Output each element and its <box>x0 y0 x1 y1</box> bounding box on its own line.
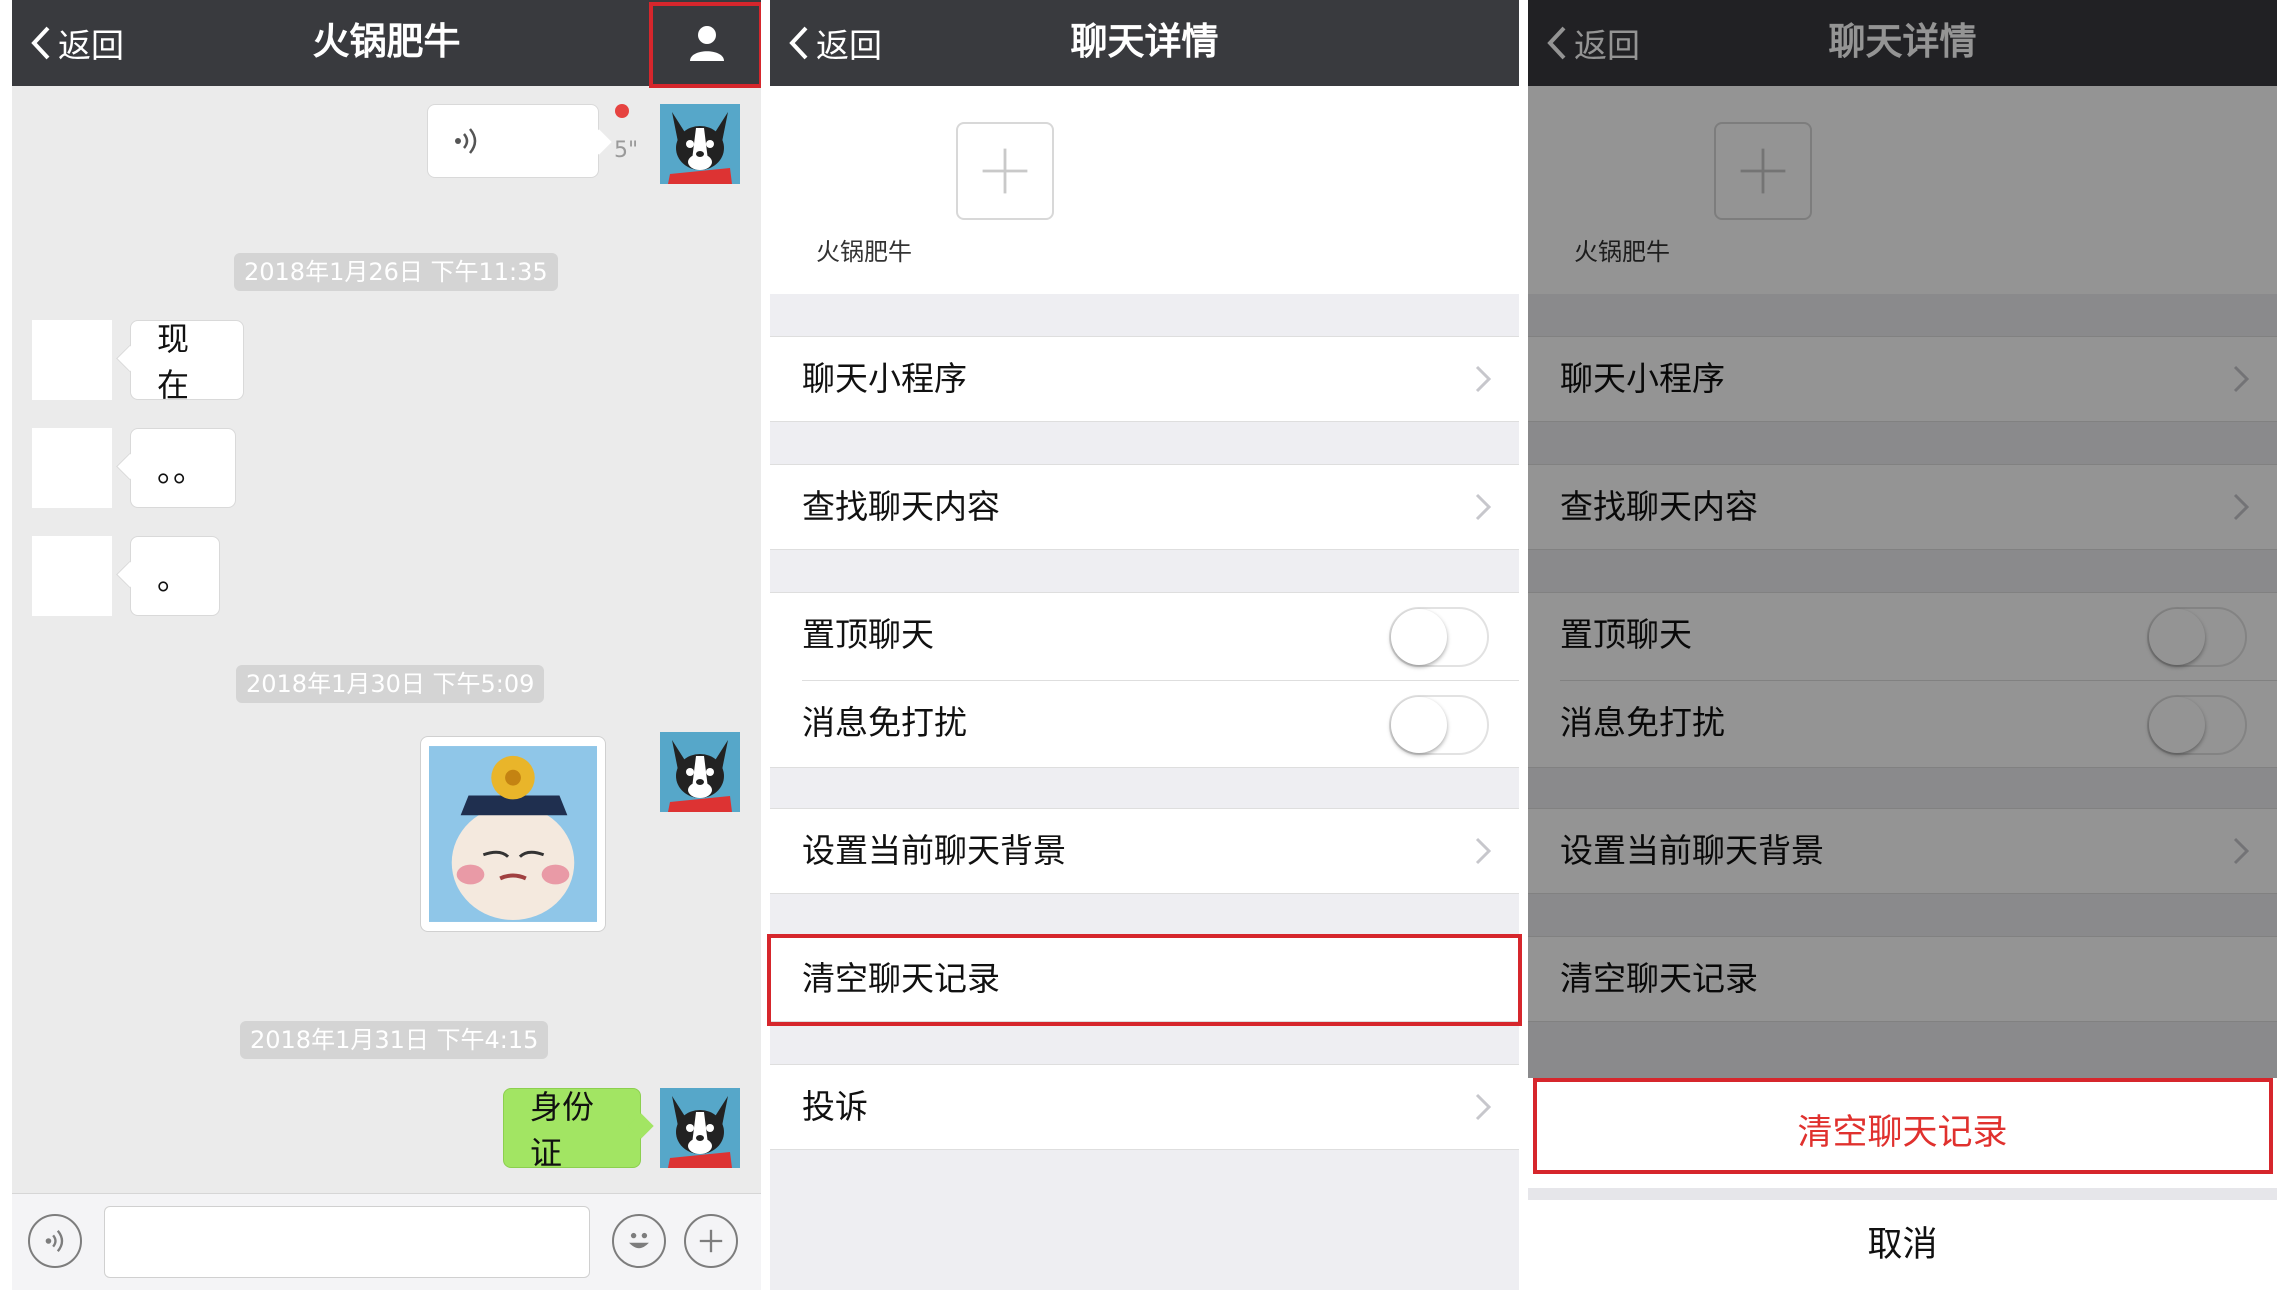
avatar-contact[interactable] <box>32 320 112 400</box>
row-label: 消息免打扰 <box>802 703 967 742</box>
dog-avatar-icon <box>660 1088 740 1168</box>
message-bubble[interactable]: 现在 <box>130 320 244 404</box>
avatar-self[interactable] <box>660 104 740 184</box>
chevron-right-icon <box>1475 1093 1491 1121</box>
avatar-self[interactable] <box>660 732 740 812</box>
timestamp: 2018年1月31日 下午4:15 <box>240 1021 549 1059</box>
voice-message-bubble[interactable] <box>427 104 599 178</box>
sheet-gap <box>1528 1188 2277 1200</box>
voice-duration: 5" <box>614 138 639 163</box>
plus-icon <box>699 1229 723 1253</box>
dog-avatar-icon <box>660 104 740 184</box>
voice-wave-icon <box>45 1229 64 1253</box>
more-button[interactable] <box>684 1214 738 1268</box>
avatar-contact[interactable] <box>32 536 112 616</box>
message-input[interactable] <box>104 1206 590 1278</box>
sticker-image <box>429 746 597 922</box>
row-search-history[interactable]: 查找聊天内容 <box>770 464 1519 550</box>
chat-details-screen: 返回 聊天详情 火锅肥牛 聊天小程序 查找聊天内容 置顶聊天 消息免打扰 设置当… <box>770 0 1519 1290</box>
members-section: 火锅肥牛 <box>770 86 1519 294</box>
timestamp: 2018年1月26日 下午11:35 <box>234 253 558 291</box>
plus-icon <box>982 148 1028 194</box>
row-label: 设置当前聊天背景 <box>802 831 1066 870</box>
row-set-background[interactable]: 设置当前聊天背景 <box>770 808 1519 894</box>
message-bubble[interactable]: 。。 <box>130 428 236 508</box>
smiley-icon <box>629 1232 649 1249</box>
chevron-right-icon <box>1475 837 1491 865</box>
timestamp: 2018年1月30日 下午5:09 <box>236 665 545 703</box>
confirm-clear-highlight <box>1533 1078 2273 1174</box>
chat-screen: 返回 火锅肥牛 5" 2018年1月26日 下午11:35 现在 。。 。 20… <box>12 0 761 1290</box>
member-name: 火锅肥牛 <box>816 238 912 266</box>
modal-overlay[interactable] <box>1528 0 2277 1078</box>
avatar-self[interactable] <box>660 1088 740 1168</box>
clear-history-highlight <box>767 934 1522 1026</box>
details-title: 聊天详情 <box>1070 20 1219 63</box>
details-navbar: 返回 聊天详情 <box>770 0 1519 86</box>
add-member-button[interactable] <box>956 122 1054 220</box>
dog-avatar-icon <box>660 732 740 812</box>
row-sticky-on-top[interactable]: 置顶聊天 消息免打扰 <box>770 592 1519 768</box>
row-label: 聊天小程序 <box>802 359 967 398</box>
chevron-right-icon <box>1475 493 1491 521</box>
unread-dot <box>615 104 629 118</box>
row-report[interactable]: 投诉 <box>770 1064 1519 1150</box>
avatar-contact[interactable] <box>32 428 112 508</box>
message-bubble[interactable]: 。 <box>130 536 220 616</box>
row-label: 查找聊天内容 <box>802 487 1000 526</box>
chevron-right-icon <box>1475 365 1491 393</box>
cancel-button[interactable]: 取消 <box>1528 1200 2277 1290</box>
mute-toggle[interactable] <box>1389 695 1489 755</box>
row-label: 置顶聊天 <box>802 615 934 654</box>
contact-info-highlight <box>649 2 761 88</box>
message-bubble[interactable]: 身份证 <box>503 1088 641 1172</box>
row-label: 投诉 <box>802 1087 868 1126</box>
row-mini-programs[interactable]: 聊天小程序 <box>770 336 1519 422</box>
chat-input-bar <box>12 1193 761 1290</box>
emoji-button[interactable] <box>612 1214 666 1268</box>
sticker-message[interactable] <box>420 736 606 932</box>
sticky-on-top-toggle[interactable] <box>1389 607 1489 667</box>
voice-input-button[interactable] <box>28 1214 82 1268</box>
voice-wave-icon <box>455 128 477 154</box>
